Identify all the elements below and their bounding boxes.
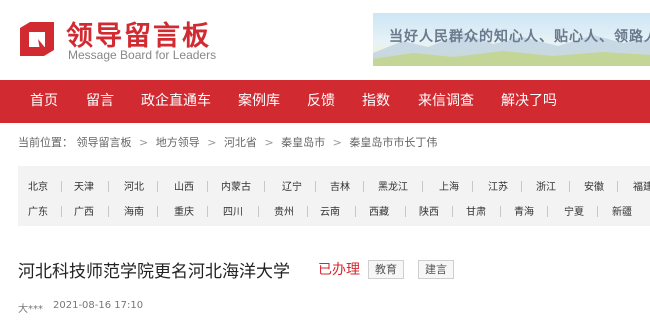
nav-item-survey[interactable]: 来信调查	[418, 80, 474, 123]
divider	[157, 206, 158, 217]
province-link[interactable]: 北京	[28, 178, 48, 193]
divider	[108, 181, 109, 192]
divider	[569, 181, 570, 192]
divider	[405, 206, 406, 217]
divider	[315, 181, 316, 192]
divider	[452, 206, 453, 217]
province-link[interactable]: 青海	[514, 203, 534, 218]
slogan-banner: 当好人民群众的知心人、贴心人、领路人，	[373, 13, 650, 66]
nav-item-message[interactable]: 留言	[86, 80, 114, 123]
banner-slogan: 当好人民群众的知心人、贴心人、领路人，	[389, 29, 650, 45]
province-link[interactable]: 云南	[320, 203, 340, 218]
divider	[617, 181, 618, 192]
divider	[363, 181, 364, 192]
logo-icon[interactable]	[18, 20, 56, 58]
province-link[interactable]: 内蒙古	[221, 178, 251, 193]
divider	[307, 206, 308, 217]
province-selector: 北京 天津 河北 山西 内蒙古 辽宁 吉林 黑龙江 上海 江苏 浙江 安徽 福建…	[18, 166, 650, 226]
breadcrumb-separator: >	[332, 136, 342, 149]
province-link[interactable]: 江苏	[488, 178, 508, 193]
divider	[157, 181, 158, 192]
province-link[interactable]: 吉林	[330, 178, 350, 193]
province-link[interactable]: 河北	[124, 178, 144, 193]
divider	[472, 181, 473, 192]
province-link[interactable]: 黑龙江	[378, 178, 408, 193]
divider	[597, 206, 598, 217]
breadcrumb-item[interactable]: 河北省	[224, 136, 257, 149]
status-badge: 已办理	[318, 262, 360, 278]
breadcrumb-item[interactable]: 秦皇岛市	[281, 136, 325, 149]
divider	[108, 206, 109, 217]
province-link[interactable]: 辽宁	[282, 178, 302, 193]
nav-item-feedback[interactable]: 反馈	[307, 80, 335, 123]
province-link[interactable]: 重庆	[174, 203, 194, 218]
province-link[interactable]: 海南	[124, 203, 144, 218]
breadcrumb: 当前位置： 领导留言板 > 地方领导 > 河北省 > 秦皇岛市 > 秦皇岛市市长…	[18, 134, 437, 150]
province-link[interactable]: 广西	[74, 203, 94, 218]
author-name: 大***	[18, 304, 43, 315]
divider	[61, 181, 62, 192]
breadcrumb-separator: >	[264, 136, 274, 149]
nav-item-index[interactable]: 指数	[362, 80, 390, 123]
divider	[422, 181, 423, 192]
breadcrumb-item[interactable]: 地方领导	[156, 136, 200, 149]
divider	[500, 206, 501, 217]
province-link[interactable]: 上海	[439, 178, 459, 193]
nav-item-home[interactable]: 首页	[30, 80, 58, 123]
divider	[264, 181, 265, 192]
breadcrumb-separator: >	[139, 136, 149, 149]
header: 领导留言板 Message Board for Leaders 当好人民群众的知…	[0, 0, 650, 80]
province-link[interactable]: 广东	[28, 203, 48, 218]
breadcrumb-item[interactable]: 秦皇岛市市长丁伟	[349, 136, 437, 149]
tag-education[interactable]: 教育	[368, 260, 404, 279]
divider	[521, 181, 522, 192]
breadcrumb-prefix: 当前位置：	[18, 136, 73, 149]
main-nav: 首页 留言 政企直通车 案例库 反馈 指数 来信调查 解决了吗	[0, 80, 650, 123]
post-date: 2021-08-16 17:10	[53, 300, 144, 311]
divider	[207, 206, 208, 217]
province-link[interactable]: 新疆	[612, 203, 632, 218]
nav-item-cases[interactable]: 案例库	[238, 80, 280, 123]
nav-item-solved[interactable]: 解决了吗	[501, 80, 557, 123]
province-link[interactable]: 贵州	[274, 203, 294, 218]
province-link[interactable]: 陕西	[419, 203, 439, 218]
message-title: 河北科技师范学院更名河北海洋大学	[18, 262, 290, 282]
province-link[interactable]: 天津	[74, 178, 94, 193]
divider	[547, 206, 548, 217]
province-link[interactable]: 宁夏	[564, 203, 584, 218]
breadcrumb-separator: >	[207, 136, 217, 149]
province-link[interactable]: 山西	[174, 178, 194, 193]
province-link[interactable]: 西藏	[369, 203, 389, 218]
province-link[interactable]: 四川	[223, 203, 243, 218]
province-link[interactable]: 甘肃	[466, 203, 486, 218]
province-link[interactable]: 安徽	[584, 178, 604, 193]
logo-subtitle: Message Board for Leaders	[68, 48, 217, 62]
divider	[355, 206, 356, 217]
province-link[interactable]: 浙江	[536, 178, 556, 193]
breadcrumb-item[interactable]: 领导留言板	[77, 136, 132, 149]
divider	[258, 206, 259, 217]
nav-item-enterprise[interactable]: 政企直通车	[141, 80, 211, 123]
divider	[61, 206, 62, 217]
divider	[207, 181, 208, 192]
province-link[interactable]: 福建	[633, 178, 650, 193]
tag-suggestion[interactable]: 建言	[418, 260, 454, 279]
